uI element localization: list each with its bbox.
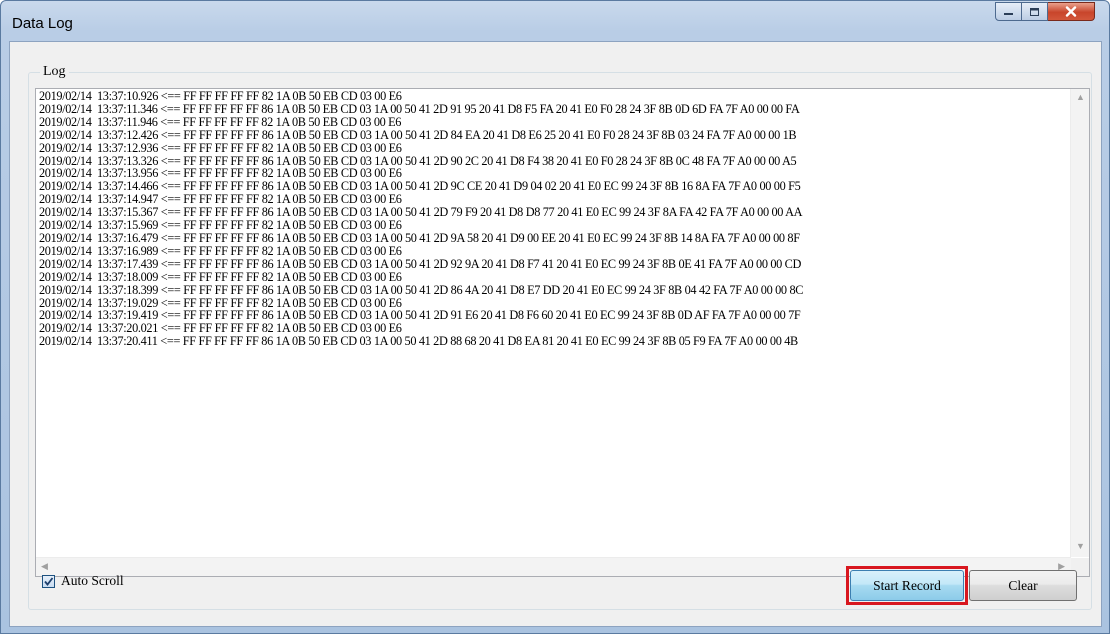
window-title: Data Log	[12, 15, 73, 32]
log-lines: 2019/02/14 13:37:10.926 <== FF FF FF FF …	[39, 90, 1065, 348]
close-icon	[1065, 6, 1077, 17]
log-line: 2019/02/14 13:37:16.479 <== FF FF FF FF …	[39, 230, 800, 245]
scroll-left-icon[interactable]: ◀	[41, 562, 48, 571]
auto-scroll-checkbox[interactable]: Auto Scroll	[42, 573, 124, 589]
log-line: 2019/02/14 13:37:20.411 <== FF FF FF FF …	[39, 334, 798, 349]
window-controls	[995, 2, 1095, 22]
scroll-down-icon[interactable]: ▼	[1076, 542, 1085, 551]
scroll-up-icon[interactable]: ▲	[1076, 93, 1085, 102]
clear-button[interactable]: Clear	[969, 570, 1077, 601]
data-log-window: Data Log Log 2019/02/14 13:37:10.926 <==…	[0, 0, 1110, 634]
log-textbox[interactable]: 2019/02/14 13:37:10.926 <== FF FF FF FF …	[35, 88, 1090, 577]
log-line: 2019/02/14 13:37:17.439 <== FF FF FF FF …	[39, 256, 802, 271]
maximize-icon	[1030, 7, 1039, 16]
minimize-button[interactable]	[995, 2, 1022, 21]
log-line: 2019/02/14 13:37:10.926 <== FF FF FF FF …	[39, 89, 402, 103]
minimize-icon	[1004, 12, 1013, 15]
checkmark-icon	[44, 576, 54, 586]
title-bar[interactable]: Data Log	[1, 1, 1109, 41]
log-line: 2019/02/14 13:37:11.346 <== FF FF FF FF …	[39, 101, 800, 116]
log-line: 2019/02/14 13:37:16.989 <== FF FF FF FF …	[39, 243, 402, 258]
log-group-label: Log	[40, 64, 69, 79]
log-line: 2019/02/14 13:37:12.936 <== FF FF FF FF …	[39, 140, 402, 155]
log-line: 2019/02/14 13:37:11.946 <== FF FF FF FF …	[39, 114, 402, 129]
maximize-button[interactable]	[1022, 2, 1048, 21]
vertical-scrollbar[interactable]: ▲ ▼	[1070, 89, 1089, 557]
window-client-area: Log 2019/02/14 13:37:10.926 <== FF FF FF…	[9, 41, 1102, 627]
checkbox-box[interactable]	[42, 574, 55, 588]
auto-scroll-label: Auto Scroll	[61, 573, 124, 588]
start-record-button[interactable]: Start Record	[850, 570, 964, 601]
log-line: 2019/02/14 13:37:18.399 <== FF FF FF FF …	[39, 282, 804, 297]
log-line: 2019/02/14 13:37:18.009 <== FF FF FF FF …	[39, 269, 402, 284]
log-line: 2019/02/14 13:37:12.426 <== FF FF FF FF …	[39, 127, 797, 142]
close-button[interactable]	[1048, 2, 1095, 21]
